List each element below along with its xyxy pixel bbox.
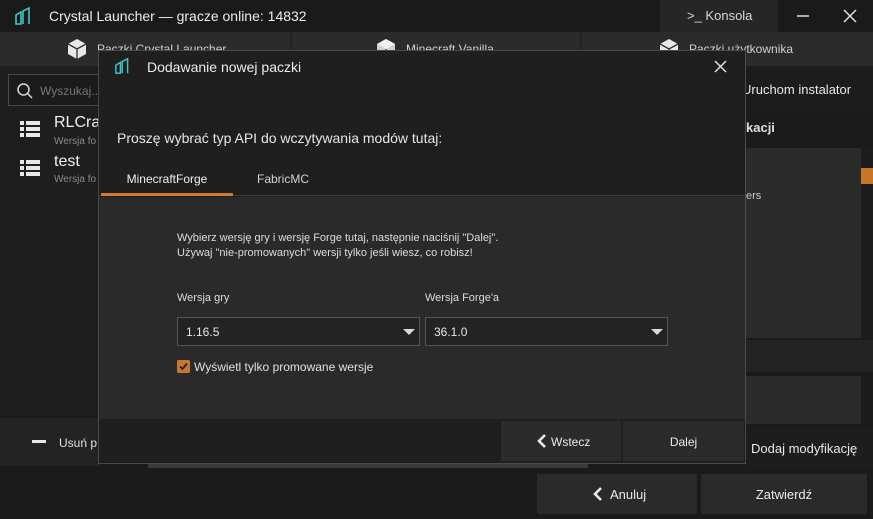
close-icon[interactable] — [702, 56, 738, 78]
game-version-select[interactable]: 1.16.5 — [177, 317, 420, 346]
mods-list — [746, 148, 861, 338]
tab-label[interactable]: MinecraftForge — [101, 172, 233, 186]
list-icon — [20, 121, 40, 137]
chevron-left-icon — [537, 434, 546, 448]
search-icon — [17, 83, 33, 99]
crystal-launcher-logo-icon — [115, 57, 129, 74]
forge-panel — [99, 197, 745, 419]
forge-version-select[interactable]: 36.1.0 — [425, 317, 668, 346]
run-installer-button[interactable]: Uruchom instalator — [742, 82, 851, 97]
scrollbar-thumb[interactable] — [861, 168, 873, 184]
minus-icon[interactable] — [32, 440, 46, 443]
minimize-icon[interactable] — [786, 0, 822, 32]
close-window-icon[interactable] — [832, 0, 868, 32]
section-bar — [746, 340, 873, 372]
mods-section-title: kacji — [746, 120, 775, 135]
warning-text: Używaj "nie-promowanych" wersji tylko je… — [177, 247, 473, 259]
dropdown-arrow-icon — [651, 329, 663, 335]
chevron-left-icon — [593, 487, 602, 501]
active-tab-indicator — [101, 193, 233, 196]
list-icon — [20, 160, 40, 176]
game-version-label: Wersja gry — [177, 292, 230, 304]
window-title: Crystal Launcher — gracze online: 14832 — [49, 8, 307, 24]
remove-pack-button[interactable]: Usuń p — [59, 436, 97, 450]
confirm-label: Zatwierdź — [755, 487, 813, 502]
selected-value: 1.16.5 — [186, 325, 220, 339]
cancel-label: Anuluj — [610, 487, 647, 502]
selected-value: 36.1.0 — [434, 325, 468, 339]
promoted-only-checkbox[interactable] — [177, 360, 190, 373]
back-label: Wstecz — [551, 435, 591, 449]
cube-icon — [67, 39, 87, 59]
dropdown-arrow-icon — [403, 329, 415, 335]
search-input[interactable] — [40, 84, 100, 98]
dialog-prompt: Proszę wybrać typ API do wczytywania mod… — [117, 130, 443, 146]
next-label: Dalej — [669, 435, 698, 449]
console-button[interactable]: >_ Konsola — [660, 0, 778, 32]
add-mod-button[interactable]: Dodaj modyfikację — [751, 441, 857, 456]
forge-version-label: Wersja Forge'a — [425, 292, 500, 304]
pack-version: Wersja fo — [54, 174, 97, 185]
crystal-launcher-logo-icon — [15, 6, 30, 25]
pack-name[interactable]: test — [54, 153, 80, 171]
dialog-title: Dodawanie nowej paczki — [147, 59, 302, 75]
mods-list-secondary — [746, 376, 861, 424]
instructions-text: Wybierz wersję gry i wersję Forge tutaj,… — [177, 232, 499, 244]
pack-name[interactable]: RLCra — [54, 114, 100, 132]
promoted-only-label[interactable]: Wyświetl tylko promowane wersje — [194, 360, 373, 374]
pack-version: Wersja fo — [54, 136, 97, 147]
list-item[interactable]: ers — [746, 190, 761, 202]
tab-label[interactable]: FabricMC — [233, 172, 333, 186]
